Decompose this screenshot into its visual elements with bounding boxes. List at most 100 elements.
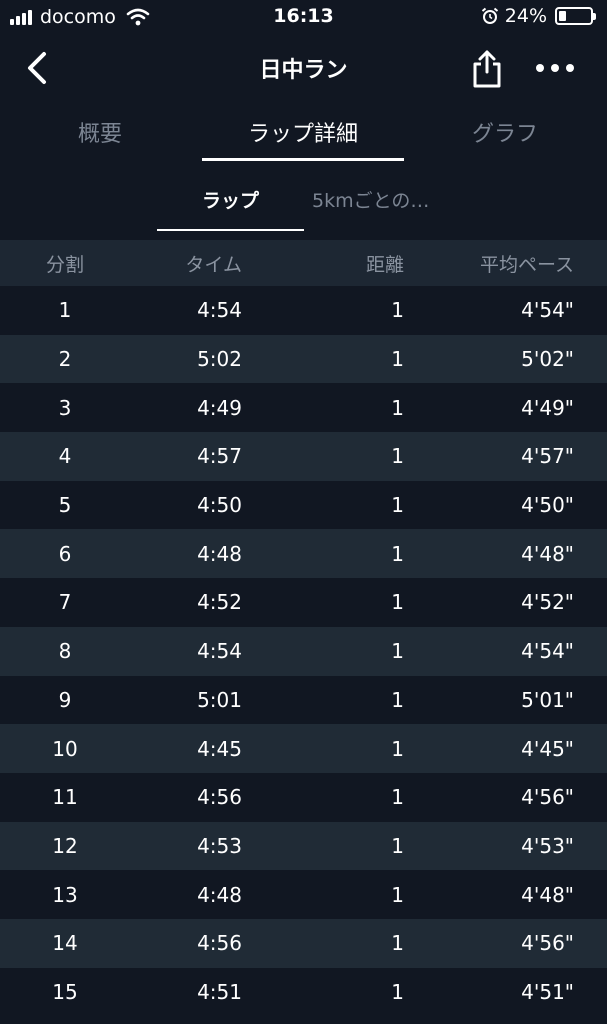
table-row: 1 4:54 1 4'54"	[0, 286, 607, 335]
cell-distance: 1	[391, 590, 404, 615]
cell-distance: 1	[391, 639, 404, 664]
cell-distance: 1	[391, 882, 404, 907]
cell-time: 4:48	[197, 882, 242, 907]
cell-split: 7	[58, 590, 72, 615]
cell-pace: 4'51"	[521, 979, 574, 1004]
sub-tabs: ラップ 5kmごとの…	[0, 164, 607, 238]
cell-split: 3	[58, 395, 72, 420]
share-icon[interactable]	[470, 48, 504, 90]
cell-split: 1	[58, 298, 72, 323]
header-split: 分割	[45, 253, 84, 276]
table-row: 15 4:51 1 4'51"	[0, 967, 607, 1017]
cell-pace: 4'50"	[521, 493, 574, 518]
cell-pace: 5'01"	[521, 687, 574, 712]
cell-distance: 1	[391, 687, 404, 712]
battery-fill	[559, 11, 566, 21]
table-row: 13 4:48 1 4'48"	[0, 870, 607, 919]
cell-split: 14	[52, 931, 78, 956]
cell-time: 4:51	[197, 979, 242, 1004]
cell-time: 5:02	[197, 347, 242, 372]
cell-pace: 4'57"	[521, 444, 574, 469]
cell-split: 15	[52, 979, 78, 1004]
table-row: 4 4:57 1 4'57"	[0, 432, 607, 481]
subtab-active-indicator	[157, 229, 304, 231]
table-row: 5 4:50 1 4'50"	[0, 480, 607, 530]
cell-distance: 1	[391, 493, 404, 518]
table-row: 10 4:45 1 4'45"	[0, 724, 607, 773]
cell-time: 4:56	[197, 785, 242, 810]
cell-split: 12	[52, 833, 78, 858]
table-row: 8 4:54 1 4'54"	[0, 626, 607, 676]
cell-pace: 5'02"	[521, 347, 574, 372]
cell-pace: 4'54"	[521, 298, 574, 323]
cell-split: 10	[52, 736, 78, 761]
cell-time: 4:48	[197, 541, 242, 566]
cell-split: 9	[58, 687, 72, 712]
cell-time: 4:57	[197, 444, 242, 469]
cell-pace: 4'52"	[521, 590, 574, 615]
table-row: 11 4:56 1 4'56"	[0, 772, 607, 822]
battery-icon	[555, 7, 596, 25]
header-time: タイム	[185, 253, 242, 276]
cell-time: 4:45	[197, 736, 242, 761]
table-row: 6 4:48 1 4'48"	[0, 529, 607, 579]
nav-bar: 日中ラン	[0, 34, 607, 104]
cell-distance: 1	[391, 347, 404, 372]
cell-distance: 1	[391, 979, 404, 1004]
tab-active-indicator	[202, 158, 404, 161]
cell-split: 11	[52, 785, 78, 810]
header-pace: 平均ペース	[479, 253, 574, 276]
status-right: 24%	[481, 5, 596, 27]
table-row: 3 4:49 1 4'49"	[0, 383, 607, 433]
lap-table: 1 4:54 1 4'54" 2 5:02 1 5'02" 3 4:49 1 4'49" 4 4:5…	[0, 286, 607, 1017]
top-tabs: 概要 ラップ詳細 グラフ	[0, 104, 607, 164]
cell-pace: 4'48"	[521, 882, 574, 907]
cell-pace: 4'53"	[521, 833, 574, 858]
cell-distance: 1	[391, 541, 404, 566]
tab-graph[interactable]: グラフ	[440, 116, 570, 148]
cell-distance: 1	[391, 931, 404, 956]
cell-pace: 4'56"	[521, 931, 574, 956]
cell-time: 4:54	[197, 298, 242, 323]
table-row: 9 5:01 1 5'01"	[0, 675, 607, 725]
table-row: 2 5:02 1 5'02"	[0, 334, 607, 384]
cell-pace: 4'54"	[521, 639, 574, 664]
status-bar: docomo 16:13 24%	[0, 0, 607, 34]
cell-time: 4:56	[197, 931, 242, 956]
cell-split: 2	[58, 347, 72, 372]
cell-pace: 4'45"	[521, 736, 574, 761]
page-title: 日中ラン	[259, 58, 348, 83]
cell-time: 4:54	[197, 639, 242, 664]
alarm-clock-icon	[481, 7, 498, 24]
more-dots-icon[interactable]	[534, 56, 576, 80]
table-row: 14 4:56 1 4'56"	[0, 918, 607, 968]
subtab-per-5km[interactable]: 5kmごとの…	[312, 186, 429, 213]
cell-split: 8	[58, 639, 72, 664]
header-distance: 距離	[365, 253, 404, 276]
cell-split: 6	[58, 541, 72, 566]
battery-percent: 24%	[504, 5, 547, 27]
cell-time: 4:50	[197, 493, 242, 518]
cell-split: 13	[52, 882, 78, 907]
cell-distance: 1	[391, 736, 404, 761]
cell-distance: 1	[391, 444, 404, 469]
cell-pace: 4'48"	[521, 541, 574, 566]
subtab-laps[interactable]: ラップ	[157, 186, 304, 213]
cell-distance: 1	[391, 298, 404, 323]
table-row: 7 4:52 1 4'52"	[0, 578, 607, 627]
cell-time: 4:52	[197, 590, 242, 615]
cell-time: 4:53	[197, 833, 242, 858]
table-header: 分割 タイム 距離 平均ペース	[0, 240, 607, 286]
cell-time: 4:49	[197, 395, 242, 420]
cell-split: 4	[58, 444, 72, 469]
cell-split: 5	[58, 493, 72, 518]
cell-distance: 1	[391, 785, 404, 810]
table-row: 12 4:53 1 4'53"	[0, 821, 607, 871]
cell-pace: 4'49"	[521, 395, 574, 420]
cell-distance: 1	[391, 395, 404, 420]
cell-distance: 1	[391, 833, 404, 858]
cell-time: 5:01	[197, 687, 242, 712]
cell-pace: 4'56"	[521, 785, 574, 810]
tab-lap-details[interactable]: ラップ詳細	[202, 116, 404, 148]
tab-overview[interactable]: 概要	[40, 116, 160, 148]
